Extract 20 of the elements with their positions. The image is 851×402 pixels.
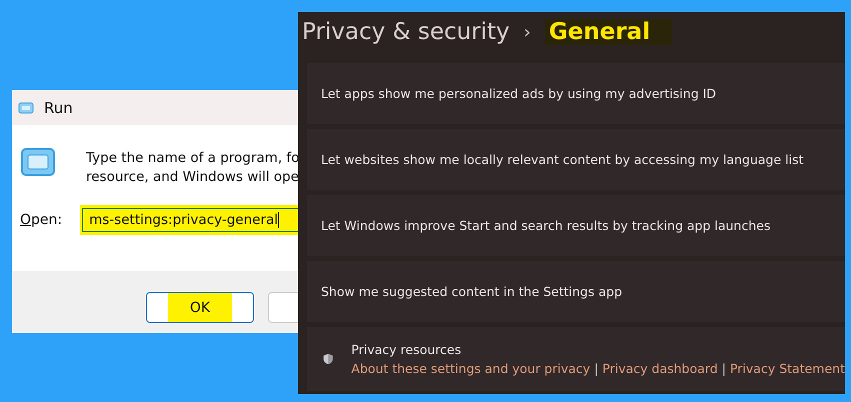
field-label: Open: — [20, 212, 62, 228]
settings-row[interactable]: Show me suggested content in the Settings app — [307, 261, 845, 322]
breadcrumb-item[interactable]: General — [544, 19, 672, 45]
window-title: Run — [44, 98, 73, 116]
settings-row[interactable]: Let Windows improve Start and search results by tracking app launches — [307, 195, 845, 256]
dialog-button[interactable]: OK — [146, 292, 254, 323]
link[interactable]: About these settings and your privacy — [351, 361, 590, 376]
run-icon — [18, 102, 34, 114]
run-icon — [20, 147, 56, 177]
link[interactable]: Privacy Statement — [730, 361, 845, 376]
input-field[interactable]: ms-settings:privacy-general — [82, 208, 300, 232]
settings-row[interactable]: Let apps show me personalized ads by using my advertising ID — [307, 63, 845, 124]
breadcrumb-item[interactable]: Privacy & security — [302, 19, 510, 45]
chevron-icon: › — [524, 22, 531, 42]
link-divider: | — [722, 361, 726, 376]
link[interactable]: Privacy dashboard — [602, 361, 718, 376]
settings-row[interactable]: Let websites show me locally relevant content by accessing my language list — [307, 129, 845, 190]
link-divider: | — [594, 361, 598, 376]
description-text: resource, and Windows will ope — [86, 168, 300, 187]
section-title: Privacy resources — [351, 342, 462, 357]
